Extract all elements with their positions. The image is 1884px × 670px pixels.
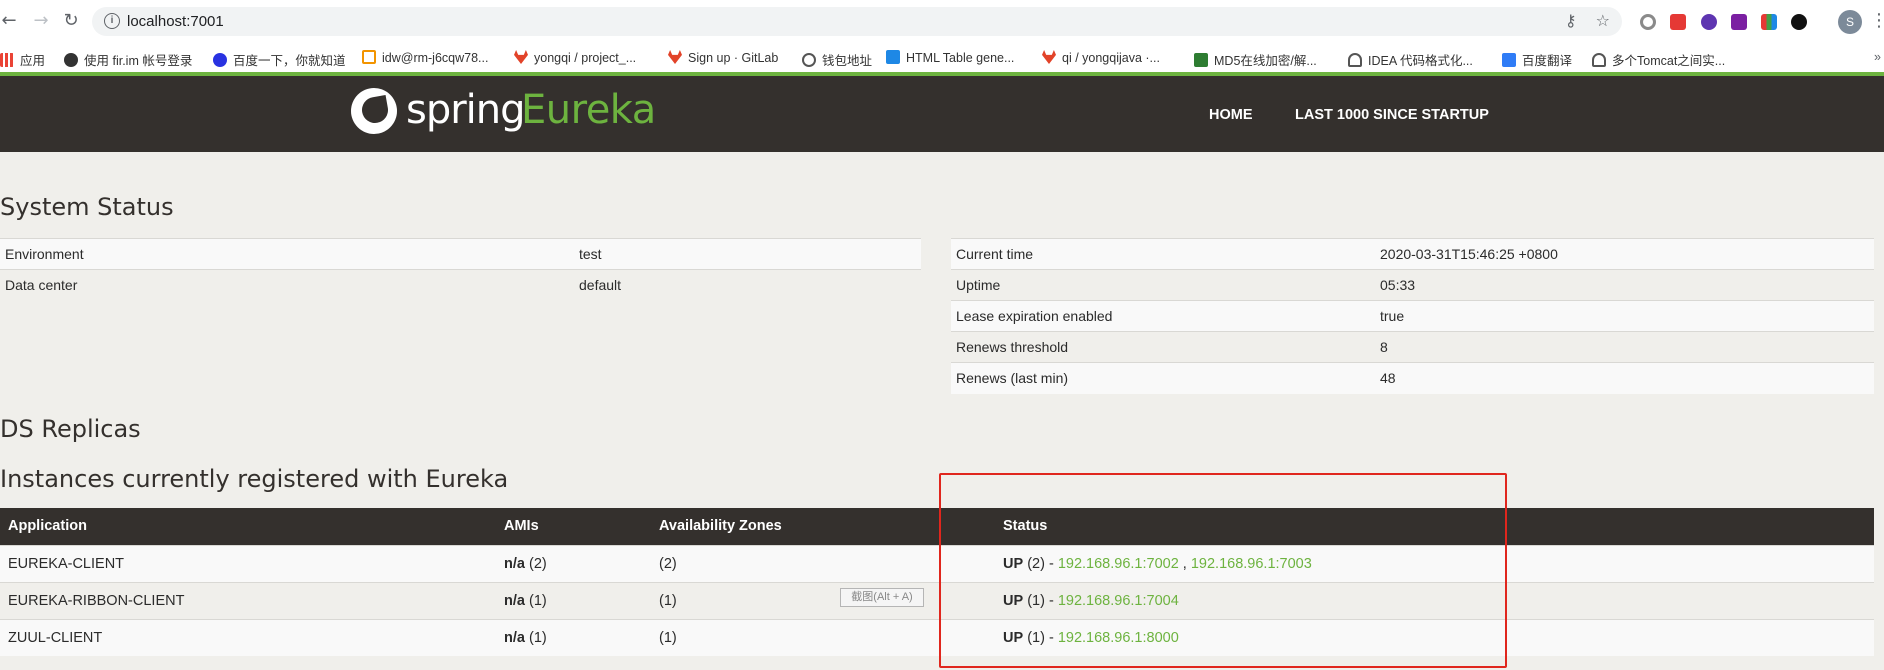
bookmark-idea[interactable]: IDEA 代码格式化... xyxy=(1348,50,1473,68)
instances-heading: Instances currently registered with Eure… xyxy=(0,465,509,493)
status-key: Uptime xyxy=(951,269,1375,301)
bookmark-md5[interactable]: MD5在线加密/解... xyxy=(1194,50,1317,68)
table-row: ZUUL-CLIENT n/a (1) (1) UP (1) - 192.168… xyxy=(0,618,1874,656)
logo-spring-text[interactable]: spring xyxy=(406,87,526,133)
star-icon[interactable]: ☆ xyxy=(1596,11,1610,30)
status-row: Renews threshold 8 xyxy=(951,331,1874,363)
status-row: Lease expiration enabled true xyxy=(951,300,1874,332)
instances-table: Application AMIs Availability Zones Stat… xyxy=(0,508,1874,656)
extension-palette-icon[interactable] xyxy=(1761,14,1777,30)
md5-icon xyxy=(1194,53,1208,67)
spring-leaf-icon xyxy=(351,88,397,134)
bookmark-gitlab-project[interactable]: yongqi / project_... xyxy=(514,50,636,68)
status-key: Renews threshold xyxy=(951,331,1375,363)
nav-last-1000-link[interactable]: LAST 1000 SINCE STARTUP xyxy=(1295,107,1489,123)
extension-translate-icon[interactable] xyxy=(1670,14,1686,30)
baidu-paw-icon xyxy=(213,53,227,67)
bookmark-wallet[interactable]: 钱包地址 xyxy=(802,50,872,68)
column-header-amis: AMIs xyxy=(496,508,651,545)
status-row: Current time 2020-03-31T15:46:25 +0800 xyxy=(951,238,1874,270)
status-key: Renews (last min) xyxy=(951,362,1375,394)
apps-grid-icon xyxy=(0,53,14,67)
bookmark-gitlab-qi[interactable]: qi / yongqijava ·... xyxy=(1042,50,1160,68)
address-bar[interactable]: i localhost:7001 ⚷ ☆ xyxy=(92,7,1622,36)
profile-avatar[interactable]: S xyxy=(1838,10,1862,34)
table-row: EUREKA-CLIENT n/a (2) (2) UP (2) - 192.1… xyxy=(0,544,1874,582)
reload-icon[interactable]: ↻ xyxy=(60,10,82,32)
status-value: 2020-03-31T15:46:25 +0800 xyxy=(1375,238,1874,270)
globe-icon xyxy=(802,53,816,67)
gitlab-icon xyxy=(668,50,682,64)
status-key: Environment xyxy=(0,238,574,270)
status-value: 48 xyxy=(1375,362,1874,394)
omega-icon xyxy=(1592,53,1606,67)
extension-check-icon[interactable] xyxy=(1701,14,1717,30)
key-icon[interactable]: ⚷ xyxy=(1565,11,1577,30)
bookmark-gitlab-signup[interactable]: Sign up · GitLab xyxy=(668,50,778,68)
status-row: Environment test xyxy=(0,238,921,270)
bookmark-html-table[interactable]: HTML Table gene... xyxy=(886,50,1014,68)
translate-icon xyxy=(1502,53,1516,67)
table-header-row: Application AMIs Availability Zones Stat… xyxy=(0,508,1874,545)
bookmark-apps[interactable]: 应用 xyxy=(0,50,45,68)
screenshot-tooltip: 截图(Alt + A) xyxy=(840,588,924,607)
status-key: Current time xyxy=(951,238,1375,270)
status-value: default xyxy=(574,269,921,301)
omega-icon xyxy=(1348,53,1362,67)
ds-replicas-heading: DS Replicas xyxy=(0,415,141,443)
status-value: true xyxy=(1375,300,1874,332)
amis-cell: n/a (1) xyxy=(496,581,651,619)
gitlab-icon xyxy=(1042,50,1056,64)
bookmarks-bar: 应用 使用 fir.im 帐号登录 百度一下，你就知道 idw@rm-j6cqw… xyxy=(0,42,1884,74)
bookmark-baidu[interactable]: 百度一下，你就知道 xyxy=(213,50,346,68)
app-name: EUREKA-CLIENT xyxy=(0,544,496,582)
status-value: 05:33 xyxy=(1375,269,1874,301)
system-status-heading: System Status xyxy=(0,193,174,221)
bookmark-firim[interactable]: 使用 fir.im 帐号登录 xyxy=(64,50,192,68)
column-header-application: Application xyxy=(0,508,496,545)
firim-icon xyxy=(64,53,78,67)
status-value: 8 xyxy=(1375,331,1874,363)
extension-circle-icon[interactable] xyxy=(1640,14,1656,30)
table-row: EUREKA-RIBBON-CLIENT n/a (1) (1) UP (1) … xyxy=(0,581,1874,619)
eureka-navbar: spring Eureka HOME LAST 1000 SINCE START… xyxy=(0,76,1884,152)
forward-icon[interactable]: → xyxy=(30,10,52,32)
back-icon[interactable]: ← xyxy=(0,10,20,32)
bookmarks-overflow-icon[interactable]: » xyxy=(1874,50,1881,68)
status-value: test xyxy=(574,238,921,270)
site-info-icon[interactable]: i xyxy=(104,13,120,29)
status-row: Data center default xyxy=(0,269,921,301)
table-icon xyxy=(886,50,900,64)
amis-cell: n/a (2) xyxy=(496,544,651,582)
menu-icon[interactable]: ⋮ xyxy=(1870,10,1884,31)
status-row: Uptime 05:33 xyxy=(951,269,1874,301)
gitlab-icon xyxy=(514,50,528,64)
extension-dark-icon[interactable] xyxy=(1791,14,1807,30)
browser-toolbar: ← → ↻ i localhost:7001 ⚷ ☆ S ⋮ xyxy=(0,0,1884,42)
extension-jsonpp-icon[interactable] xyxy=(1731,14,1747,30)
status-key: Data center xyxy=(0,269,574,301)
aliyun-icon xyxy=(362,50,376,64)
bookmark-baidu-translate[interactable]: 百度翻译 xyxy=(1502,50,1572,68)
logo-eureka-text[interactable]: Eureka xyxy=(521,87,656,133)
highlight-box xyxy=(939,473,1507,668)
amis-cell: n/a (1) xyxy=(496,618,651,656)
system-status-left-table: Environment test Data center default xyxy=(0,238,921,301)
app-name: EUREKA-RIBBON-CLIENT xyxy=(0,581,496,619)
bookmark-idw[interactable]: idw@rm-j6cqw78... xyxy=(362,50,488,68)
nav-home-link[interactable]: HOME xyxy=(1209,107,1253,123)
url-text[interactable]: localhost:7001 xyxy=(127,13,224,30)
status-row: Renews (last min) 48 xyxy=(951,362,1874,394)
status-key: Lease expiration enabled xyxy=(951,300,1375,332)
bookmark-tomcat[interactable]: 多个Tomcat之间实... xyxy=(1592,50,1725,68)
app-name: ZUUL-CLIENT xyxy=(0,618,496,656)
system-status-right-table: Current time 2020-03-31T15:46:25 +0800 U… xyxy=(951,238,1874,394)
